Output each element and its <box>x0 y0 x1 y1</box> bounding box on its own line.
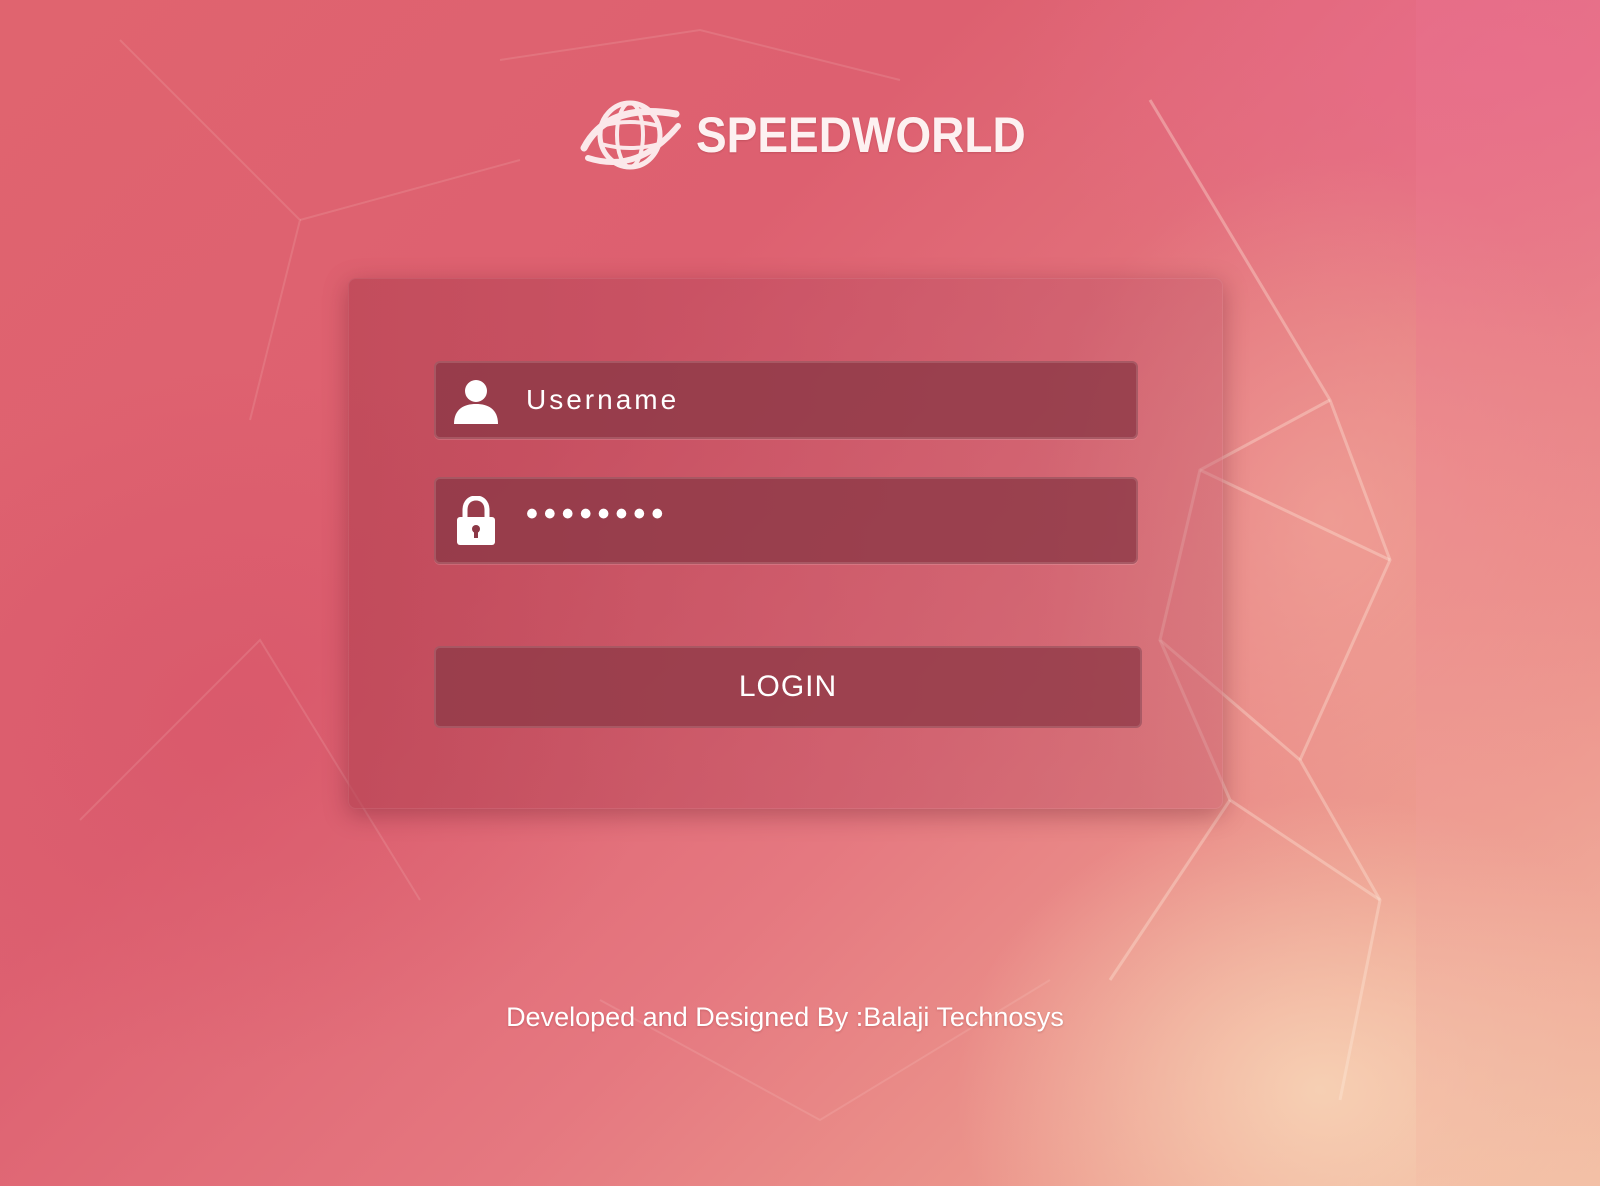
username-field[interactable] <box>434 361 1138 439</box>
lock-icon <box>450 495 502 547</box>
footer-credit: Developed and Designed By :Balaji Techno… <box>506 1002 1064 1032</box>
login-button[interactable]: LOGIN <box>434 646 1142 728</box>
password-input[interactable] <box>526 484 1126 545</box>
brand-name: SPEEDWORLD <box>696 107 1026 163</box>
brand-logo: SPEEDWORLD <box>578 92 1054 178</box>
username-input[interactable] <box>526 370 1126 430</box>
user-icon <box>450 374 502 426</box>
login-card: LOGIN <box>348 278 1223 809</box>
globe-swoosh-icon <box>580 100 681 170</box>
password-field[interactable] <box>434 477 1138 564</box>
